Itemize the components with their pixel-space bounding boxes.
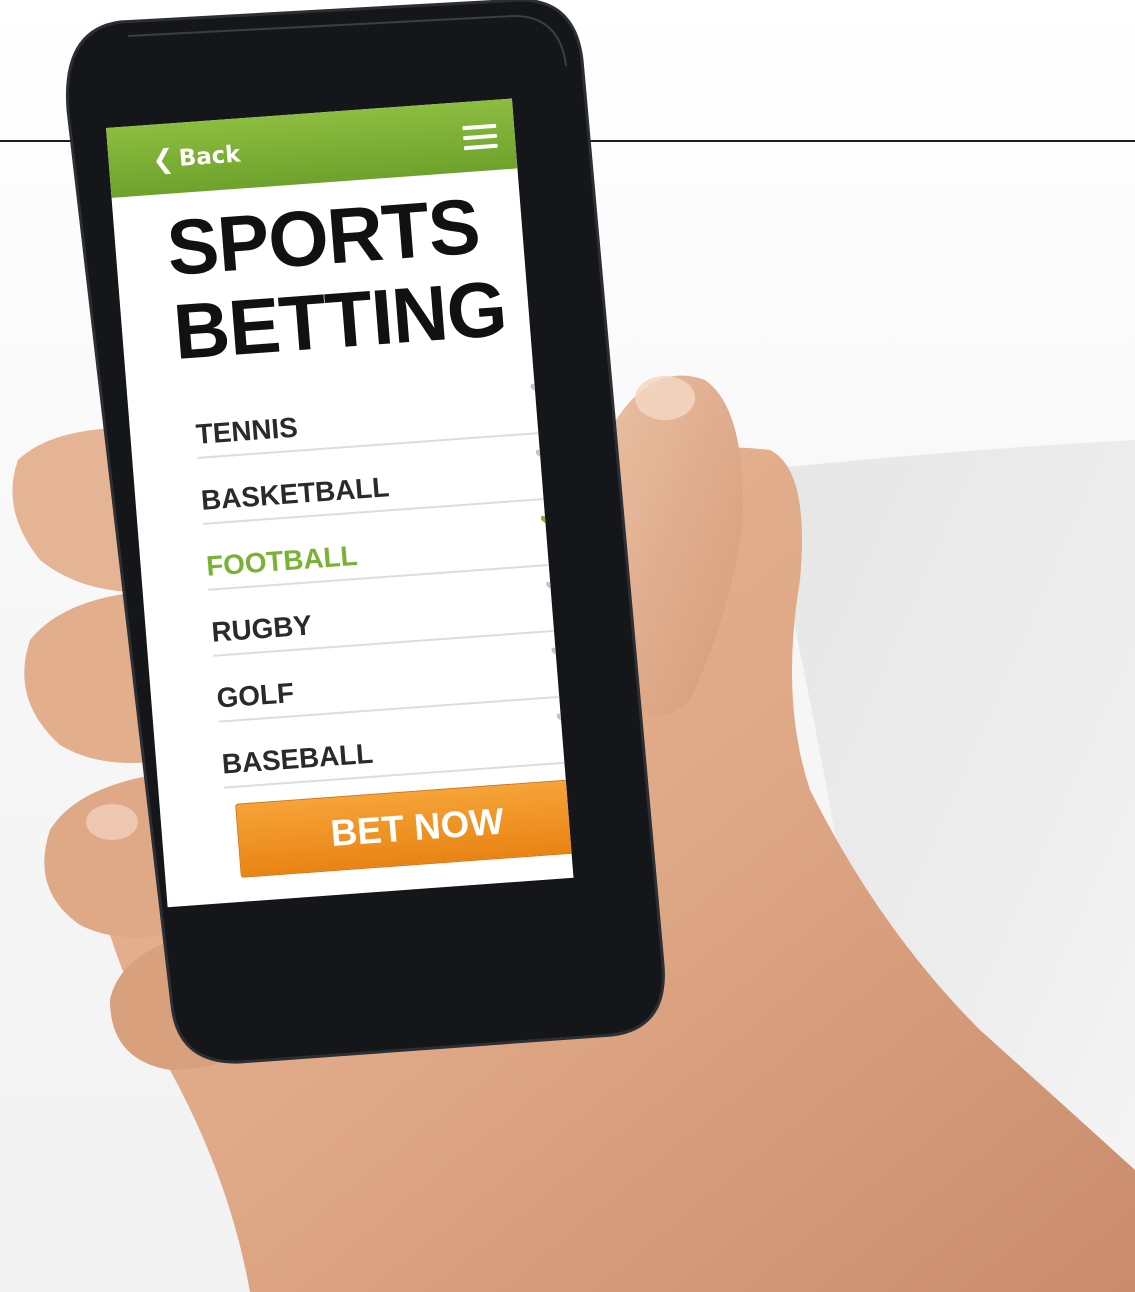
chevron-left-icon: ❮ — [151, 144, 176, 176]
sport-label: BASKETBALL — [199, 471, 391, 516]
fingernail — [86, 804, 138, 840]
sport-label: TENNIS — [194, 411, 299, 450]
hamburger-menu-icon[interactable] — [462, 122, 498, 152]
back-button[interactable]: ❮ Back — [151, 137, 242, 177]
sport-label: RUGBY — [210, 609, 313, 648]
back-label: Back — [177, 141, 242, 172]
phone-screen: ❮ Back SPORTS BETTING TENNIS BASKETBALL — [106, 98, 574, 908]
menu-bar — [463, 133, 498, 141]
photo-scene: ❮ Back SPORTS BETTING TENNIS BASKETBALL — [0, 0, 1135, 1292]
sport-label: GOLF — [215, 677, 296, 714]
thumbnail — [635, 376, 695, 420]
sport-list: TENNIS BASKETBALL FOOTBALL RUGBY GOLF BA… — [192, 366, 574, 789]
sport-label: FOOTBALL — [205, 539, 359, 582]
page-title: SPORTS BETTING — [164, 181, 519, 376]
menu-bar — [462, 123, 497, 131]
sport-label: BASEBALL — [220, 737, 375, 780]
bet-now-button[interactable]: BET NOW — [235, 777, 574, 878]
menu-bar — [463, 143, 498, 151]
